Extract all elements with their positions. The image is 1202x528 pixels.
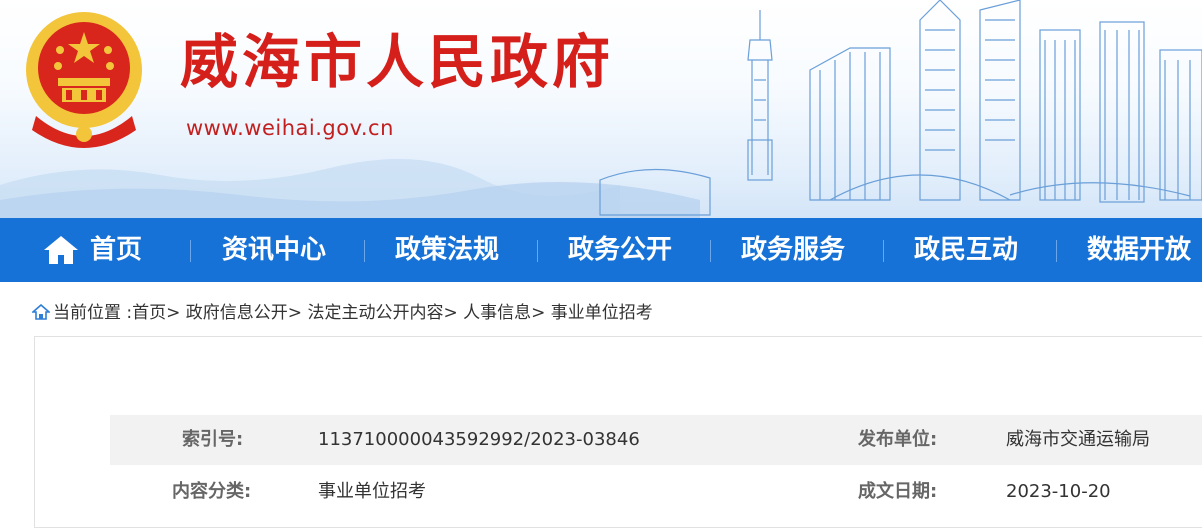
home-icon[interactable] bbox=[42, 234, 80, 266]
site-header: 威海市人民政府 www.weihai.gov.cn bbox=[0, 0, 1202, 218]
nav-divider bbox=[710, 240, 711, 262]
breadcrumb-item-personnel-info[interactable]: 人事信息 bbox=[463, 303, 531, 323]
breadcrumb-item-public-institution-recruitment[interactable]: 事业单位招考 bbox=[551, 303, 653, 323]
nav-item-news-center[interactable]: 资讯中心 bbox=[222, 218, 326, 282]
breadcrumb-prefix: 当前位置 : bbox=[53, 303, 133, 323]
breadcrumb: 当前位置 :首页> 政府信息公开> 法定主动公开内容> 人事信息> 事业单位招考 bbox=[32, 298, 653, 323]
national-emblem-icon bbox=[26, 12, 142, 148]
breadcrumb-separator: > bbox=[166, 303, 181, 323]
site-url[interactable]: www.weihai.gov.cn bbox=[186, 116, 394, 140]
site-title: 威海市人民政府 bbox=[180, 28, 615, 96]
nav-item-open-data[interactable]: 数据开放 bbox=[1087, 218, 1191, 282]
nav-divider bbox=[364, 240, 365, 262]
info-row-index: 索引号: 113710000043592992/2023-03846 发布单位:… bbox=[110, 415, 1202, 465]
city-skyline-illustration bbox=[599, 0, 1202, 216]
publisher-label: 发布单位: bbox=[858, 429, 938, 450]
publisher-value: 威海市交通运输局 bbox=[1006, 429, 1150, 450]
location-house-icon bbox=[32, 304, 50, 320]
nav-item-home[interactable]: 首页 bbox=[90, 218, 142, 282]
breadcrumb-item-gov-info[interactable]: 政府信息公开 bbox=[186, 303, 288, 323]
nav-divider bbox=[190, 240, 191, 262]
nav-item-government-affairs-disclosure[interactable]: 政务公开 bbox=[568, 218, 672, 282]
nav-divider bbox=[1056, 240, 1057, 262]
nav-divider bbox=[883, 240, 884, 262]
breadcrumb-item-home[interactable]: 首页 bbox=[132, 303, 166, 323]
main-nav: 首页 资讯中心 政策法规 政务公开 政务服务 政民互动 数据开放 bbox=[0, 218, 1202, 282]
index-number-value: 113710000043592992/2023-03846 bbox=[318, 429, 640, 450]
breadcrumb-item-statutory-disclosure[interactable]: 法定主动公开内容 bbox=[307, 303, 443, 323]
breadcrumb-separator: > bbox=[287, 303, 303, 323]
nav-item-public-interaction[interactable]: 政民互动 bbox=[914, 218, 1018, 282]
nav-divider bbox=[537, 240, 538, 262]
nav-item-government-services[interactable]: 政务服务 bbox=[741, 218, 845, 282]
nav-item-policies[interactable]: 政策法规 bbox=[395, 218, 499, 282]
index-number-label: 索引号: bbox=[182, 429, 244, 450]
breadcrumb-separator: > bbox=[531, 303, 546, 323]
breadcrumb-separator: > bbox=[443, 303, 458, 323]
